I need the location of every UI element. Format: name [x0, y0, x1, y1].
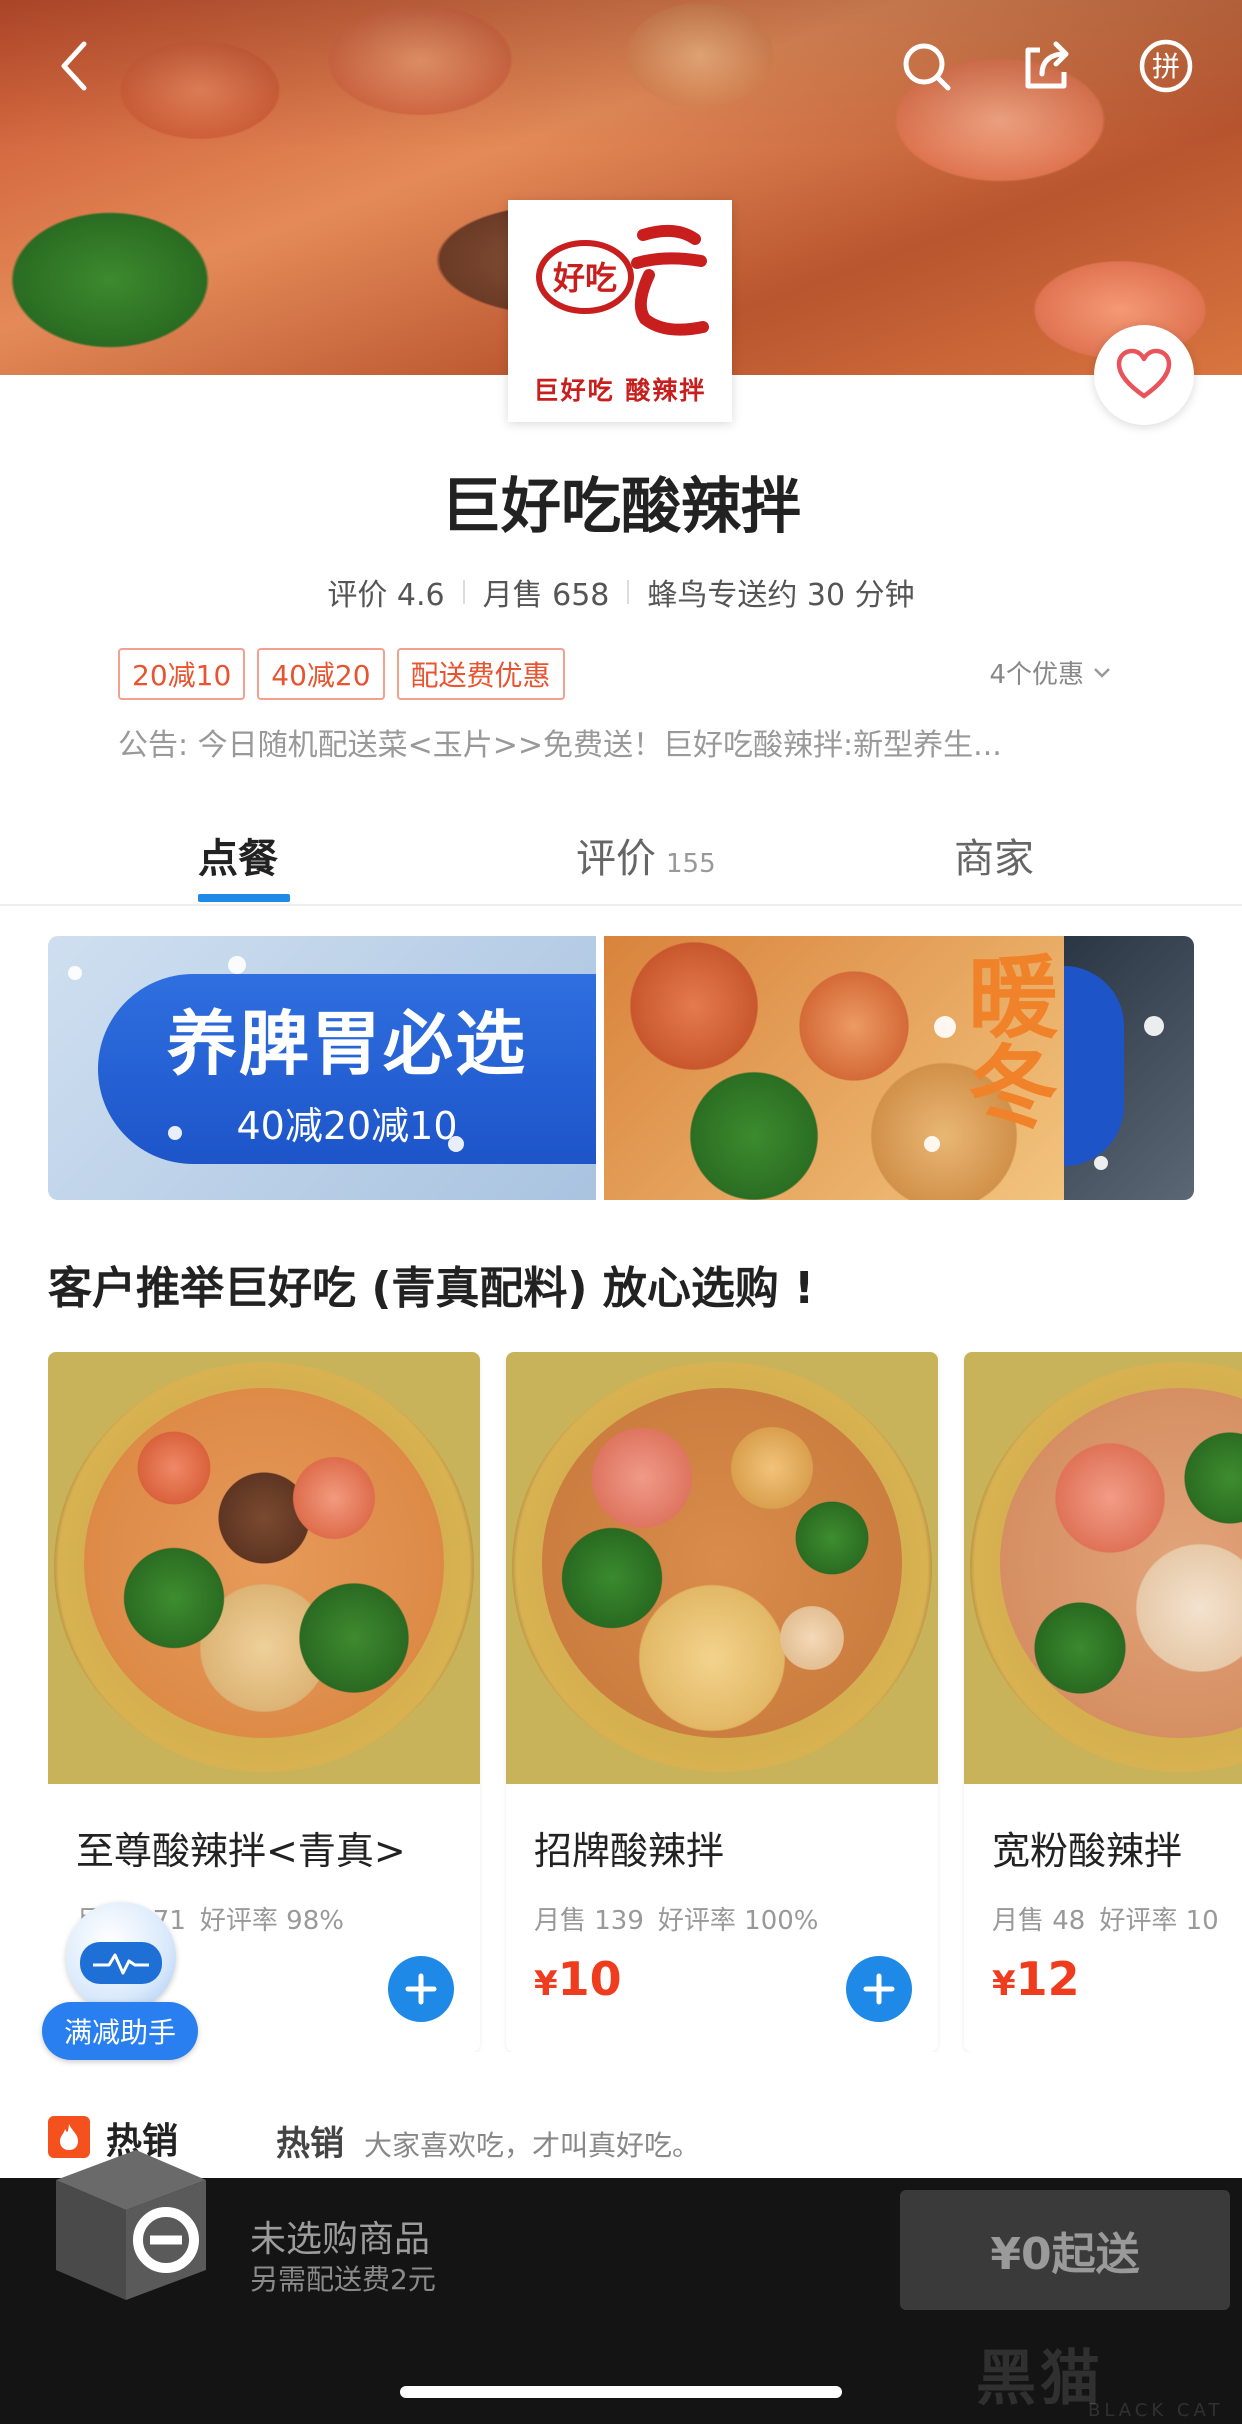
- shop-logo: 好吃 巨好吃 酸辣拌: [508, 200, 732, 422]
- promo-tag: 40减20: [257, 648, 385, 700]
- dish-price: ¥10: [534, 1952, 622, 2006]
- share-button[interactable]: [1010, 30, 1082, 102]
- shop-logo-mark: 好吃: [536, 224, 709, 336]
- dish-food: [84, 1388, 444, 1738]
- dish-rating: 好评率 98%: [199, 1906, 344, 1936]
- dish-name: 宽粉酸辣拌: [992, 1829, 1183, 1873]
- dish-sales: 月售 139: [534, 1906, 644, 1936]
- shop-rating: 评价 4.6: [327, 578, 445, 613]
- divider: [627, 580, 630, 604]
- tab-label: 点餐: [198, 836, 278, 882]
- dish-meta: 月售 48 好评率 10: [992, 1900, 1219, 1937]
- tab-indicator: [198, 894, 290, 902]
- checkout-button[interactable]: ¥0起送: [900, 2190, 1230, 2310]
- chevron-left-icon: [61, 41, 87, 91]
- dish-food: [542, 1388, 902, 1738]
- snowflake: [448, 1136, 464, 1152]
- helper-label: 满减助手: [42, 2002, 198, 2060]
- banner-right: [1064, 936, 1194, 1200]
- recommend-title: 客户推举巨好吃 (青真配料) 放心选购 !: [48, 1263, 815, 1314]
- favorite-button[interactable]: [1094, 325, 1194, 425]
- snowflake: [168, 1126, 182, 1140]
- dish-price-value: 12: [1015, 1952, 1080, 2006]
- shop-monthly-sales: 月售 658: [482, 578, 610, 613]
- snowflake: [1094, 1156, 1108, 1170]
- dish-card[interactable]: 宽粉酸辣拌 月售 48 好评率 10 ¥12: [964, 1352, 1242, 2052]
- tab-label: 商家: [954, 836, 1034, 882]
- back-button[interactable]: [40, 30, 112, 102]
- share-icon: [1025, 41, 1069, 89]
- snowflake: [1144, 1016, 1164, 1036]
- shop-delivery-time: 蜂鸟专送约 30 分钟: [647, 578, 915, 613]
- tab-label: 评价: [576, 836, 656, 882]
- hot-section-header: 热销 热销 大家喜欢吃，才叫真好吃。: [48, 2108, 1242, 2178]
- promo-tags: 20减10 40减20 配送费优惠: [118, 648, 565, 700]
- banner-food-image: 暖冬: [604, 936, 1064, 1200]
- watermark: 黑猫: [976, 2344, 1104, 2414]
- tab-reviews[interactable]: 评价 155: [576, 826, 716, 884]
- shop-logo-text: 巨好吃 酸辣拌: [533, 376, 707, 405]
- shop-stats: 评价 4.6 月售 658 蜂鸟专送约 30 分钟: [0, 570, 1242, 614]
- shop-notice[interactable]: 公告: 今日随机配送菜<玉片>>免费送！巨好吃酸辣拌:新型养生...: [118, 720, 1118, 764]
- dish-rating: 好评率 10: [1099, 1906, 1219, 1936]
- dish-meta: 月售 139 好评率 100%: [534, 1900, 819, 1937]
- banner-left: 养脾胃必选 40减20减10: [48, 936, 596, 1200]
- cart-title: 未选购商品: [250, 2219, 431, 2260]
- promo-tag: 配送费优惠: [396, 648, 565, 700]
- dish-name: 至尊酸辣拌<青真>: [76, 1829, 406, 1873]
- pin-icon: 拼: [1139, 39, 1193, 93]
- dish-price: ¥12: [992, 1952, 1080, 2006]
- banner-title: 养脾胃必选: [167, 1003, 527, 1085]
- group-order-button[interactable]: 拼: [1130, 30, 1202, 102]
- home-indicator[interactable]: [400, 2386, 842, 2398]
- watermark-en: BLACK CAT: [1088, 2400, 1224, 2421]
- tab-merchant[interactable]: 商家: [954, 826, 1034, 884]
- tab-count: 155: [666, 849, 716, 879]
- promo-count: 4个优惠: [989, 660, 1084, 690]
- currency-symbol: ¥: [992, 1964, 1016, 2004]
- add-to-cart-button[interactable]: [846, 1956, 912, 2022]
- heart-icon: [1116, 348, 1172, 399]
- add-to-cart-button[interactable]: [388, 1956, 454, 2022]
- recommend-list: 至尊酸辣拌<青真> 月售 171好评率 98% ¥ 招牌酸辣拌 月售 139好评…: [48, 1352, 1242, 2052]
- snowflake: [68, 966, 82, 980]
- dish-image: [506, 1352, 938, 1784]
- promo-more-button[interactable]: 4个优惠: [989, 654, 1112, 691]
- discount-helper-button[interactable]: 满减助手: [42, 1902, 198, 2064]
- shop-tabs: 点餐 评价 155 商家: [0, 810, 1242, 906]
- svg-text:好吃: 好吃: [552, 259, 617, 297]
- dish-image: [48, 1352, 480, 1784]
- snowflake: [934, 1016, 956, 1038]
- cart-delivery-fee: 另需配送费2元: [250, 2263, 436, 2296]
- search-icon: [903, 43, 951, 91]
- promo-banner[interactable]: 养脾胃必选 40减20减10 暖冬: [48, 936, 1194, 1200]
- currency-symbol: ¥: [534, 1964, 558, 2004]
- chevron-down-icon: [1094, 667, 1110, 678]
- robot-visor: [80, 1942, 162, 1984]
- banner-side-text: 暖冬: [952, 950, 1057, 1130]
- dish-sales: 月售 48: [992, 1906, 1086, 1936]
- tab-order[interactable]: 点餐: [198, 826, 278, 884]
- snowflake: [228, 956, 246, 974]
- search-button[interactable]: [890, 30, 962, 102]
- section-description: 大家喜欢吃，才叫真好吃。: [364, 2129, 701, 2162]
- svg-text:拼: 拼: [1152, 50, 1180, 83]
- dish-card[interactable]: 招牌酸辣拌 月售 139 好评率 100% ¥10: [506, 1352, 938, 2052]
- pulse-icon: [93, 1953, 149, 1975]
- promo-tag: 20减10: [118, 648, 246, 700]
- dish-image: [964, 1352, 1242, 1784]
- robot-icon: [66, 1902, 176, 2012]
- section-heading: 热销: [276, 2124, 344, 2164]
- banner-subtitle: 40减20减10: [236, 1104, 458, 1148]
- snowflake: [924, 1136, 940, 1152]
- cart-icon[interactable]: [46, 2140, 216, 2312]
- dish-name: 招牌酸辣拌: [534, 1829, 725, 1873]
- plus-icon: [863, 1973, 895, 2005]
- dish-rating: 好评率 100%: [657, 1906, 819, 1936]
- dish-price-value: 10: [557, 1952, 622, 2006]
- shop-name: 巨好吃酸辣拌: [441, 472, 801, 542]
- plus-icon: [405, 1973, 437, 2005]
- divider: [462, 580, 465, 604]
